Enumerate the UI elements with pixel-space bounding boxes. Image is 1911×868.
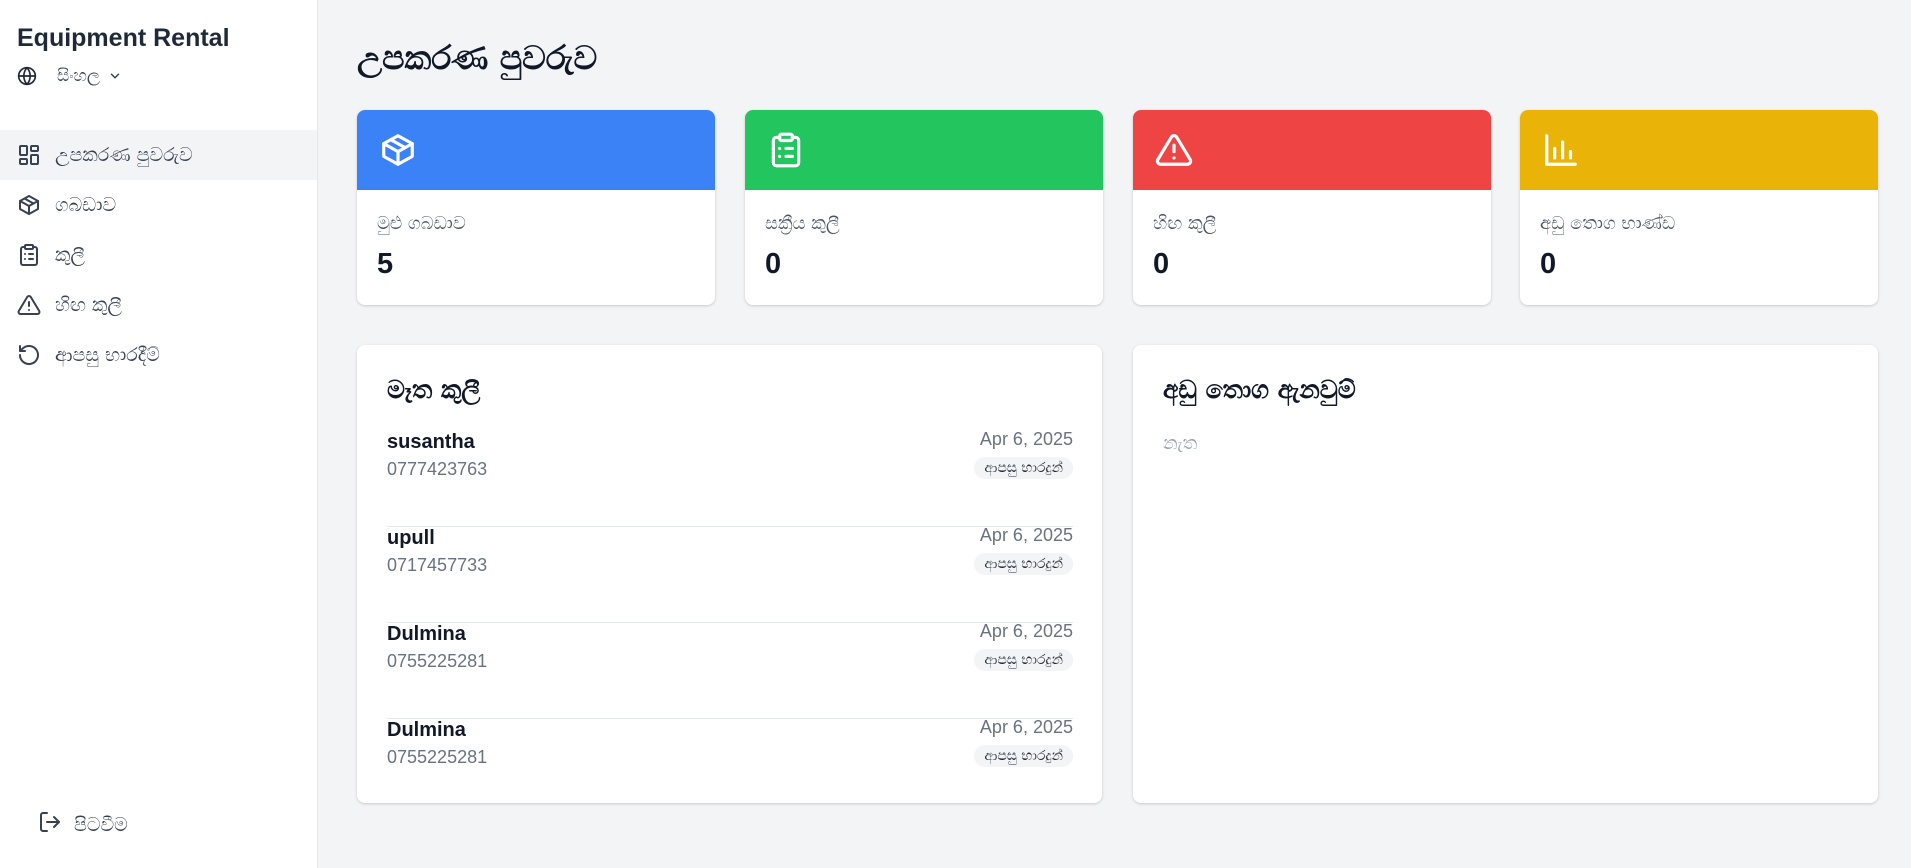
- recent-rentals-list: susantha 0777423763 Apr 6, 2025 ආපසු භාර…: [387, 429, 1073, 815]
- status-badge: ආපසු භාරදුන්: [974, 745, 1073, 767]
- stat-value: 0: [1153, 248, 1170, 280]
- customer-name: Dulmina: [387, 719, 466, 741]
- stat-card-active-rentals: සක්‍රීය කුලී 0: [745, 110, 1103, 305]
- chevron-down-icon: [108, 69, 122, 83]
- list-item[interactable]: Dulmina 0755225281 Apr 6, 2025 ආපසු භාරද…: [387, 717, 1073, 815]
- warning-icon: [1155, 131, 1193, 169]
- sidebar-item-label: උපකරණ පුවරුව: [55, 144, 193, 166]
- sidebar-nav: උපකරණ පුවරුව ගබඩාව කුලී හිඟ කුලී ආපසු භා…: [0, 130, 317, 380]
- language-selector[interactable]: සිංහල: [17, 66, 122, 86]
- stat-card-overdue-rentals: හිඟ කුලී 0: [1133, 110, 1491, 305]
- stat-card-header: [1133, 110, 1491, 190]
- low-stock-title: අඩු තොග ඇනවුම්: [1163, 375, 1356, 404]
- stat-card-header: [1520, 110, 1878, 190]
- logout-button[interactable]: පිටවීම: [38, 810, 128, 839]
- rental-date: Apr 6, 2025: [979, 621, 1073, 641]
- customer-phone: 0755225281: [387, 747, 488, 767]
- customer-phone: 0717457733: [387, 555, 488, 575]
- list-item[interactable]: Dulmina 0755225281 Apr 6, 2025 ආපසු භාරද…: [387, 621, 1073, 719]
- stat-value: 0: [765, 248, 782, 280]
- recent-rentals-panel: මෑත කුලී susantha 0777423763 Apr 6, 2025…: [357, 345, 1102, 803]
- stat-card-header: [745, 110, 1103, 190]
- rental-date: Apr 6, 2025: [979, 429, 1073, 449]
- sidebar-item-rentals[interactable]: කුලී: [0, 230, 317, 280]
- sidebar-item-dashboard[interactable]: උපකරණ පුවරුව: [0, 130, 317, 180]
- logout-label: පිටවීම: [74, 813, 128, 836]
- sidebar-item-inventory[interactable]: ගබඩාව: [0, 180, 317, 230]
- clipboard-icon: [767, 131, 805, 169]
- globe-icon: [17, 66, 37, 86]
- sidebar: Equipment Rental සිංහල උපකරණ පුවරුව ගබඩා…: [0, 0, 318, 868]
- stat-label: මුළු ගබඩාව: [377, 213, 466, 234]
- status-badge: ආපසු භාරදුන්: [974, 649, 1073, 671]
- sidebar-item-label: ආපසු භාරදීම්: [55, 344, 160, 366]
- sidebar-item-overdue[interactable]: හිඟ කුලී: [0, 280, 317, 330]
- sidebar-item-label: කුලී: [55, 244, 85, 266]
- status-badge: ආපසු භාරදුන්: [974, 553, 1073, 575]
- customer-name: upull: [387, 527, 435, 549]
- package-icon: [379, 131, 417, 169]
- customer-name: susantha: [387, 431, 475, 453]
- app-title: Equipment Rental: [17, 24, 230, 52]
- stat-card-low-stock: අඩු තොග භාණ්ඩ 0: [1520, 110, 1878, 305]
- list-item[interactable]: upull 0717457733 Apr 6, 2025 ආපසු භාරදුන…: [387, 525, 1073, 623]
- page-title: උපකරණ පුවරුව: [357, 38, 598, 77]
- stat-card-header: [357, 110, 715, 190]
- logout-icon: [38, 810, 62, 839]
- sidebar-item-label: ගබඩාව: [55, 194, 117, 216]
- stat-value: 0: [1540, 248, 1557, 280]
- package-icon: [17, 193, 41, 217]
- dashboard-icon: [17, 143, 41, 167]
- language-label: සිංහල: [57, 66, 100, 86]
- stat-value: 5: [377, 248, 394, 280]
- clipboard-icon: [17, 243, 41, 267]
- recent-rentals-title: මෑත කුලී: [387, 375, 481, 404]
- list-item[interactable]: susantha 0777423763 Apr 6, 2025 ආපසු භාර…: [387, 429, 1073, 527]
- status-badge: ආපසු භාරදුන්: [974, 457, 1073, 479]
- rental-date: Apr 6, 2025: [979, 717, 1073, 737]
- customer-phone: 0777423763: [387, 459, 488, 479]
- customer-phone: 0755225281: [387, 651, 488, 671]
- bar-chart-icon: [1542, 131, 1580, 169]
- stat-label: සක්‍රීය කුලී: [765, 213, 840, 234]
- stat-label: අඩු තොග භාණ්ඩ: [1540, 213, 1676, 234]
- sidebar-item-returns[interactable]: ආපසු භාරදීම්: [0, 330, 317, 380]
- customer-name: Dulmina: [387, 623, 466, 645]
- low-stock-panel: අඩු තොග ඇනවුම් නැත: [1133, 345, 1878, 803]
- rental-date: Apr 6, 2025: [979, 525, 1073, 545]
- stat-card-total-inventory: මුළු ගබඩාව 5: [357, 110, 715, 305]
- rotate-ccw-icon: [17, 343, 41, 367]
- empty-state-text: නැත: [1163, 433, 1198, 454]
- sidebar-item-label: හිඟ කුලී: [55, 294, 122, 316]
- warning-icon: [17, 293, 41, 317]
- stat-label: හිඟ කුලී: [1153, 213, 1217, 234]
